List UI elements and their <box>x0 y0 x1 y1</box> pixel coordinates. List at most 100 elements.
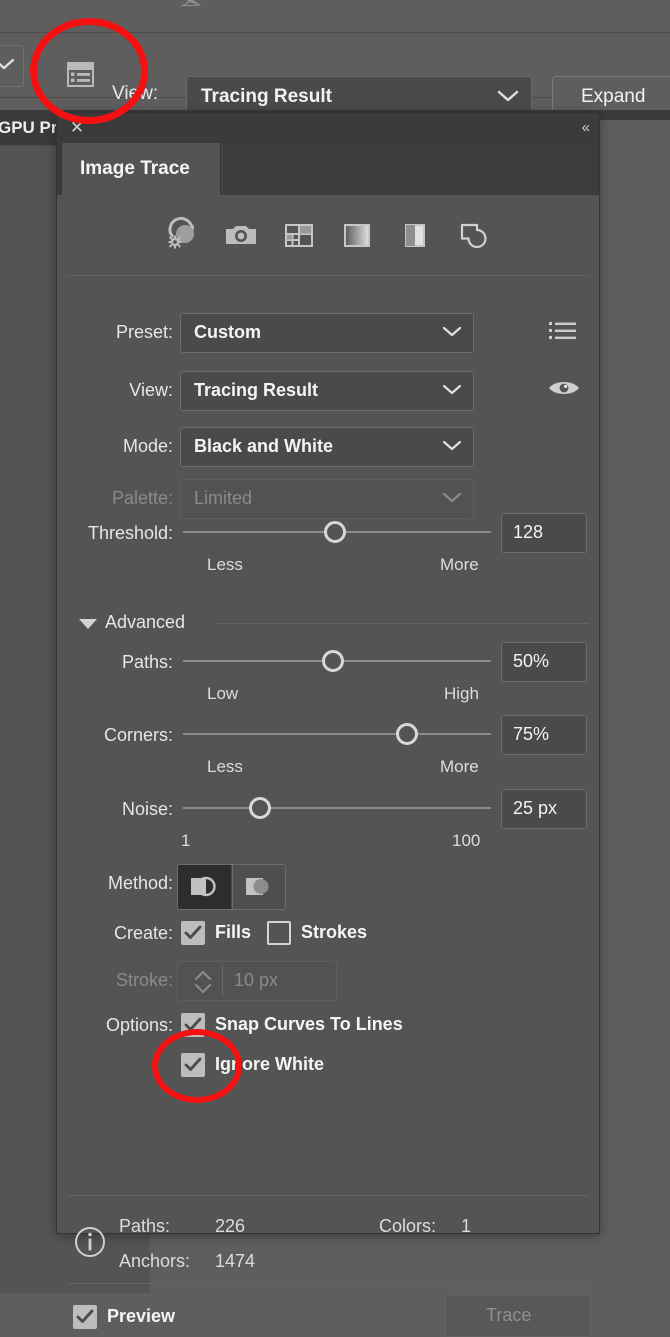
paths-label: Paths: <box>67 652 173 673</box>
paths-value: 50% <box>513 651 549 672</box>
create-label: Create: <box>67 923 173 944</box>
mode-label: Mode: <box>97 436 173 457</box>
view-label: View: <box>97 380 173 401</box>
noise-min-label: 1 <box>181 831 190 851</box>
chevron-down-icon <box>442 491 462 504</box>
stepper-divider <box>222 966 223 996</box>
method-label: Method: <box>67 873 173 894</box>
panel-tabstrip-filler <box>222 145 597 194</box>
image-trace-panel: ✕ « Image Trace <box>56 112 600 1234</box>
trace-button: Trace <box>445 1295 591 1337</box>
low-color-icon[interactable] <box>279 215 319 255</box>
noise-max-label: 100 <box>452 831 480 851</box>
eye-icon[interactable] <box>547 377 581 399</box>
threshold-max-label: More <box>440 555 479 575</box>
palette-label: Palette: <box>97 488 173 509</box>
preview-checkbox[interactable] <box>73 1305 97 1329</box>
preset-dropdown[interactable]: Custom <box>180 313 474 353</box>
fills-label: Fills <box>215 922 251 943</box>
info-divider-top <box>67 1195 589 1196</box>
palette-dropdown: Limited <box>180 479 474 519</box>
strokes-checkbox[interactable] <box>267 921 291 945</box>
paths-value-field[interactable]: 50% <box>501 642 587 682</box>
brush-cursor-icon: ➣ <box>174 0 208 23</box>
annotation-circle-list-icon <box>30 18 148 124</box>
noise-label: Noise: <box>67 799 173 820</box>
snap-curves-label: Snap Curves To Lines <box>215 1014 403 1035</box>
chevron-down-icon <box>442 439 462 452</box>
paths-min-label: Low <box>207 684 238 704</box>
info-anchors-label: Anchors: <box>119 1251 190 1272</box>
trace-button-label: Trace <box>486 1305 531 1326</box>
chevron-down-icon <box>0 57 15 71</box>
preview-label: Preview <box>107 1306 175 1327</box>
method-toggle-group <box>177 864 286 910</box>
panel-body: Preset: Custom View: Tracing Result <box>57 195 599 1233</box>
mode-dropdown[interactable]: Black and White <box>180 427 474 467</box>
advanced-label[interactable]: Advanced <box>105 612 185 633</box>
preset-icon-row <box>57 205 599 265</box>
collapse-double-chevron-icon[interactable]: « <box>582 118 589 138</box>
info-colors-value: 1 <box>461 1216 471 1237</box>
black-and-white-icon[interactable] <box>395 215 435 255</box>
threshold-value-field[interactable]: 128 <box>501 513 587 553</box>
control-bar-view-value: Tracing Result <box>201 86 332 108</box>
high-color-photo-icon[interactable] <box>221 215 261 255</box>
chevron-down-icon <box>497 89 519 103</box>
tab-image-trace-label: Image Trace <box>80 158 190 180</box>
corners-min-label: Less <box>207 757 243 777</box>
advanced-rule <box>217 623 589 624</box>
view-value: Tracing Result <box>194 380 318 401</box>
strokes-label: Strokes <box>301 922 367 943</box>
auto-color-icon[interactable] <box>163 215 203 255</box>
noise-value: 25 px <box>513 798 557 819</box>
view-dropdown[interactable]: Tracing Result <box>180 371 474 411</box>
divider-under-presets <box>67 275 589 276</box>
outline-icon[interactable] <box>453 215 493 255</box>
preset-label: Preset: <box>97 322 173 343</box>
threshold-value: 128 <box>513 522 543 543</box>
preset-menu-icon[interactable] <box>549 319 577 343</box>
info-divider-bottom <box>67 1283 589 1284</box>
stroke-label: Stroke: <box>67 970 173 991</box>
threshold-label: Threshold: <box>67 523 173 544</box>
overlapping-method-icon[interactable] <box>232 865 286 909</box>
corners-value-field[interactable]: 75% <box>501 715 587 755</box>
info-paths-label: Paths: <box>119 1216 170 1237</box>
stroke-stepper: 10 px <box>177 961 337 1001</box>
background-panel-tab-label: GPU Pr <box>0 118 58 138</box>
control-bar-left-dropdown[interactable] <box>0 45 24 87</box>
stroke-value: 10 px <box>234 970 278 991</box>
chevron-down-icon <box>442 383 462 396</box>
info-anchors-value: 1474 <box>215 1251 255 1272</box>
abutting-method-icon[interactable] <box>178 865 231 909</box>
fills-checkbox[interactable] <box>181 921 205 945</box>
info-colors-label: Colors: <box>379 1216 436 1237</box>
panel-titlebar: ✕ « <box>57 113 599 143</box>
panel-tabstrip: Image Trace <box>57 143 599 196</box>
tab-image-trace[interactable]: Image Trace <box>62 143 220 196</box>
corners-max-label: More <box>440 757 479 777</box>
mode-value: Black and White <box>194 436 333 457</box>
advanced-disclosure-triangle-icon[interactable] <box>79 619 97 629</box>
paths-slider-knob[interactable] <box>322 650 344 672</box>
threshold-min-label: Less <box>207 555 243 575</box>
noise-slider[interactable] <box>183 807 491 809</box>
stepper-arrows-icon <box>192 968 214 1001</box>
corners-slider[interactable] <box>183 733 491 735</box>
expand-button-label: Expand <box>581 86 645 108</box>
chevron-down-icon <box>442 325 462 338</box>
grayscale-icon[interactable] <box>337 215 377 255</box>
corners-slider-knob[interactable] <box>396 723 418 745</box>
preset-value: Custom <box>194 322 261 343</box>
options-label: Options: <box>67 1015 173 1036</box>
noise-slider-knob[interactable] <box>249 797 271 819</box>
corners-label: Corners: <box>67 725 173 746</box>
paths-max-label: High <box>444 684 479 704</box>
info-paths-value: 226 <box>215 1216 245 1237</box>
annotation-circle-ignore-white <box>152 1029 242 1103</box>
corners-value: 75% <box>513 724 549 745</box>
noise-value-field[interactable]: 25 px <box>501 789 587 829</box>
info-icon[interactable] <box>73 1225 107 1264</box>
threshold-slider-knob[interactable] <box>324 521 346 543</box>
